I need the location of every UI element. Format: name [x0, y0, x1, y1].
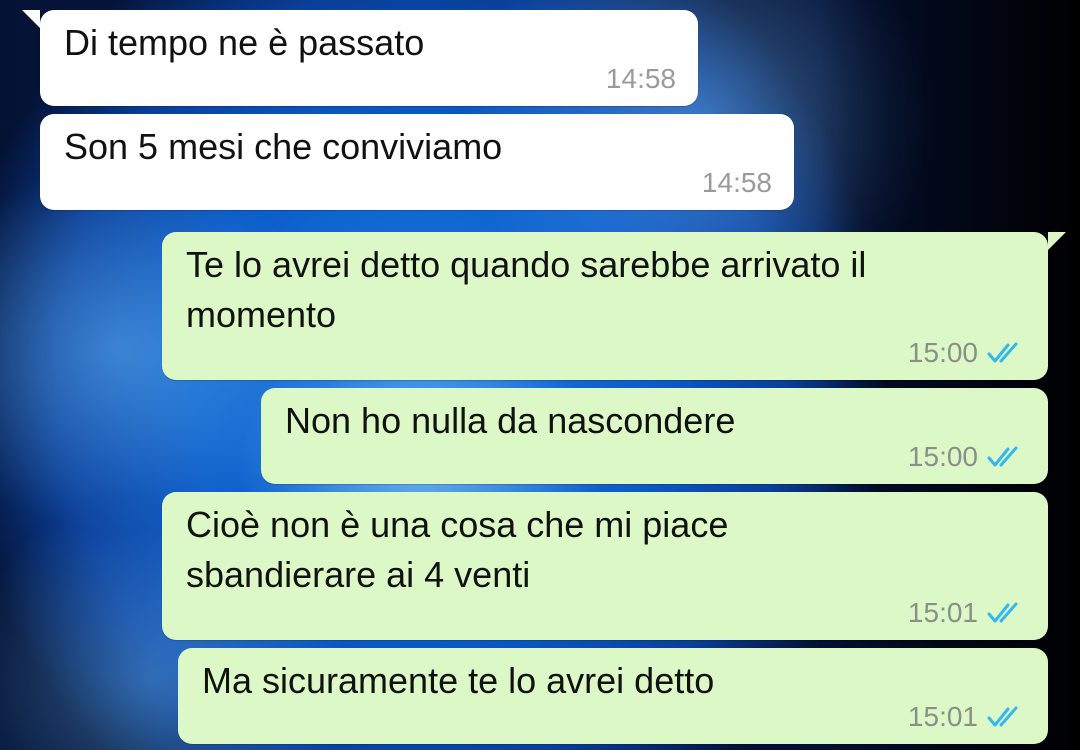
- message-text: Ma sicuramente te lo avrei detto: [202, 660, 715, 701]
- message-bubble-outgoing[interactable]: Te lo avrei detto quando sarebbe arrivat…: [162, 232, 1066, 380]
- message-meta: 14:58: [702, 166, 772, 200]
- message-bubble-outgoing[interactable]: Non ho nulla da nascondere 15:00: [261, 388, 1048, 484]
- message-time: 15:01: [907, 701, 978, 732]
- message-text: Cioè non è una cosa che mi piace sbandie…: [186, 504, 729, 595]
- message-text: Son 5 mesi che conviviamo: [64, 126, 503, 167]
- message-meta: 14:58: [606, 62, 676, 96]
- message-text: Di tempo ne è passato: [64, 22, 425, 63]
- message-meta: 15:00: [908, 440, 1026, 474]
- message-time: 15:01: [907, 597, 978, 628]
- message-time: 15:00: [907, 337, 978, 368]
- message-meta: 15:01: [908, 596, 1026, 630]
- message-text: Non ho nulla da nascondere: [285, 400, 736, 441]
- message-time: 14:58: [605, 63, 676, 94]
- message-meta: 15:01: [908, 700, 1026, 734]
- message-bubble-incoming[interactable]: Son 5 mesi che conviviamo 14:58: [40, 114, 794, 210]
- message-time: 15:00: [907, 441, 978, 472]
- double-check-read-icon: [987, 706, 1018, 727]
- message-bubble-outgoing[interactable]: Ma sicuramente te lo avrei detto 15:01: [178, 648, 1048, 744]
- message-bubble-outgoing[interactable]: Cioè non è una cosa che mi piace sbandie…: [162, 492, 1048, 640]
- message-meta: 15:00: [908, 336, 1026, 370]
- message-text: Te lo avrei detto quando sarebbe arrivat…: [186, 244, 867, 335]
- double-check-read-icon: [987, 342, 1018, 363]
- double-check-read-icon: [987, 446, 1018, 467]
- message-bubble-incoming[interactable]: Di tempo ne è passato 14:58: [22, 10, 698, 106]
- double-check-read-icon: [987, 602, 1018, 623]
- message-time: 14:58: [701, 167, 772, 198]
